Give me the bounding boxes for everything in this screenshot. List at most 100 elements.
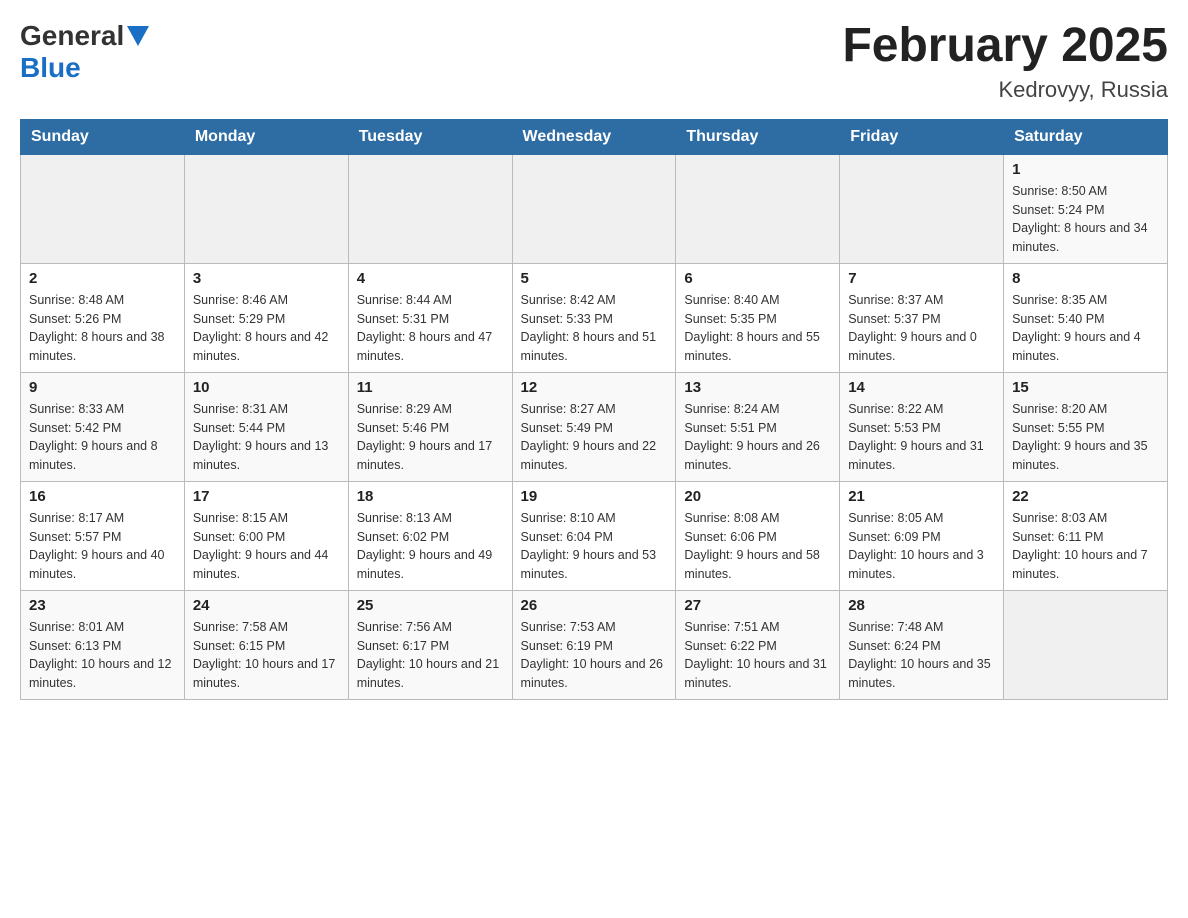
day-info: Sunrise: 8:40 AM Sunset: 5:35 PM Dayligh… <box>684 291 831 366</box>
day-info: Sunrise: 8:22 AM Sunset: 5:53 PM Dayligh… <box>848 400 995 475</box>
day-number: 5 <box>521 270 668 287</box>
calendar-day-header: Tuesday <box>348 119 512 154</box>
calendar-day-header: Friday <box>840 119 1004 154</box>
day-number: 14 <box>848 379 995 396</box>
calendar-day-cell: 19 Sunrise: 8:10 AM Sunset: 6:04 PM Dayli… <box>512 481 676 590</box>
day-info: Sunrise: 8:29 AM Sunset: 5:46 PM Dayligh… <box>357 400 504 475</box>
month-title: February 2025 <box>842 20 1168 73</box>
day-number: 20 <box>684 488 831 505</box>
day-info: Sunrise: 8:31 AM Sunset: 5:44 PM Dayligh… <box>193 400 340 475</box>
logo-triangle-icon <box>127 26 149 46</box>
calendar-day-cell: 22Sunrise: 8:03 AM Sunset: 6:11 PM Dayli… <box>1004 481 1168 590</box>
day-number: 6 <box>684 270 831 287</box>
calendar-day-cell: 25 Sunrise: 7:56 AM Sunset: 6:17 PM Dayli… <box>348 590 512 699</box>
day-number: 26 <box>521 597 668 614</box>
calendar-week-row: 16 Sunrise: 8:17 AM Sunset: 5:57 PM Dayli… <box>21 481 1168 590</box>
day-info: Sunrise: 8:08 AM Sunset: 6:06 PM Dayligh… <box>684 509 831 584</box>
day-number: 28 <box>848 597 995 614</box>
calendar-day-header: Saturday <box>1004 119 1168 154</box>
day-number: 7 <box>848 270 995 287</box>
calendar-day-cell: 11 Sunrise: 8:29 AM Sunset: 5:46 PM Dayli… <box>348 372 512 481</box>
day-info: Sunrise: 8:17 AM Sunset: 5:57 PM Dayligh… <box>29 509 176 584</box>
calendar-day-header: Sunday <box>21 119 185 154</box>
calendar-day-cell: 20 Sunrise: 8:08 AM Sunset: 6:06 PM Dayli… <box>676 481 840 590</box>
day-number: 13 <box>684 379 831 396</box>
calendar-day-cell: 24 Sunrise: 7:58 AM Sunset: 6:15 PM Dayli… <box>184 590 348 699</box>
day-info: Sunrise: 8:37 AM Sunset: 5:37 PM Dayligh… <box>848 291 995 366</box>
day-info: Sunrise: 8:42 AM Sunset: 5:33 PM Dayligh… <box>521 291 668 366</box>
calendar-week-row: 23 Sunrise: 8:01 AM Sunset: 6:13 PM Dayli… <box>21 590 1168 699</box>
calendar-day-cell: 17Sunrise: 8:15 AM Sunset: 6:00 PM Dayli… <box>184 481 348 590</box>
calendar-day-cell <box>21 154 185 263</box>
day-info: Sunrise: 7:48 AM Sunset: 6:24 PM Dayligh… <box>848 618 995 693</box>
calendar-day-cell: 21 Sunrise: 8:05 AM Sunset: 6:09 PM Dayli… <box>840 481 1004 590</box>
day-number: 27 <box>684 597 831 614</box>
calendar-week-row: 1Sunrise: 8:50 AM Sunset: 5:24 PM Daylig… <box>21 154 1168 263</box>
calendar-day-cell: 8 Sunrise: 8:35 AM Sunset: 5:40 PM Daylig… <box>1004 263 1168 372</box>
day-info: Sunrise: 8:35 AM Sunset: 5:40 PM Dayligh… <box>1012 291 1159 366</box>
day-number: 19 <box>521 488 668 505</box>
day-number: 9 <box>29 379 176 396</box>
calendar-day-cell: 15Sunrise: 8:20 AM Sunset: 5:55 PM Dayli… <box>1004 372 1168 481</box>
calendar-table: SundayMondayTuesdayWednesdayThursdayFrid… <box>20 119 1168 700</box>
calendar-header-row: SundayMondayTuesdayWednesdayThursdayFrid… <box>21 119 1168 154</box>
day-info: Sunrise: 8:24 AM Sunset: 5:51 PM Dayligh… <box>684 400 831 475</box>
logo-blue-text: Blue <box>20 52 81 83</box>
calendar-day-cell: 10 Sunrise: 8:31 AM Sunset: 5:44 PM Dayli… <box>184 372 348 481</box>
day-info: Sunrise: 8:03 AM Sunset: 6:11 PM Dayligh… <box>1012 509 1159 584</box>
day-info: Sunrise: 8:33 AM Sunset: 5:42 PM Dayligh… <box>29 400 176 475</box>
day-number: 3 <box>193 270 340 287</box>
day-info: Sunrise: 8:15 AM Sunset: 6:00 PM Dayligh… <box>193 509 340 584</box>
day-info: Sunrise: 7:58 AM Sunset: 6:15 PM Dayligh… <box>193 618 340 693</box>
day-info: Sunrise: 8:48 AM Sunset: 5:26 PM Dayligh… <box>29 291 176 366</box>
title-area: February 2025 Kedrovyy, Russia <box>842 20 1168 103</box>
day-info: Sunrise: 8:44 AM Sunset: 5:31 PM Dayligh… <box>357 291 504 366</box>
calendar-day-header: Monday <box>184 119 348 154</box>
day-number: 10 <box>193 379 340 396</box>
calendar-day-cell: 14 Sunrise: 8:22 AM Sunset: 5:53 PM Dayli… <box>840 372 1004 481</box>
day-info: Sunrise: 8:10 AM Sunset: 6:04 PM Dayligh… <box>521 509 668 584</box>
day-number: 12 <box>521 379 668 396</box>
calendar-week-row: 2 Sunrise: 8:48 AM Sunset: 5:26 PM Daylig… <box>21 263 1168 372</box>
logo-general-text: General <box>20 20 124 52</box>
day-info: Sunrise: 7:51 AM Sunset: 6:22 PM Dayligh… <box>684 618 831 693</box>
calendar-day-cell: 3 Sunrise: 8:46 AM Sunset: 5:29 PM Daylig… <box>184 263 348 372</box>
day-number: 16 <box>29 488 176 505</box>
day-number: 25 <box>357 597 504 614</box>
calendar-day-cell <box>512 154 676 263</box>
day-info: Sunrise: 8:05 AM Sunset: 6:09 PM Dayligh… <box>848 509 995 584</box>
day-info: Sunrise: 8:27 AM Sunset: 5:49 PM Dayligh… <box>521 400 668 475</box>
day-info: Sunrise: 8:01 AM Sunset: 6:13 PM Dayligh… <box>29 618 176 693</box>
calendar-day-cell: 7 Sunrise: 8:37 AM Sunset: 5:37 PM Daylig… <box>840 263 1004 372</box>
day-number: 8 <box>1012 270 1159 287</box>
calendar-day-header: Wednesday <box>512 119 676 154</box>
calendar-day-cell: 28 Sunrise: 7:48 AM Sunset: 6:24 PM Dayli… <box>840 590 1004 699</box>
day-info: Sunrise: 8:46 AM Sunset: 5:29 PM Dayligh… <box>193 291 340 366</box>
day-number: 24 <box>193 597 340 614</box>
calendar-day-cell: 12 Sunrise: 8:27 AM Sunset: 5:49 PM Dayli… <box>512 372 676 481</box>
calendar-day-cell: 18 Sunrise: 8:13 AM Sunset: 6:02 PM Dayli… <box>348 481 512 590</box>
day-info: Sunrise: 7:56 AM Sunset: 6:17 PM Dayligh… <box>357 618 504 693</box>
calendar-day-header: Thursday <box>676 119 840 154</box>
day-info: Sunrise: 8:13 AM Sunset: 6:02 PM Dayligh… <box>357 509 504 584</box>
day-info: Sunrise: 7:53 AM Sunset: 6:19 PM Dayligh… <box>521 618 668 693</box>
calendar-day-cell: 5 Sunrise: 8:42 AM Sunset: 5:33 PM Daylig… <box>512 263 676 372</box>
calendar-day-cell: 9 Sunrise: 8:33 AM Sunset: 5:42 PM Daylig… <box>21 372 185 481</box>
day-number: 4 <box>357 270 504 287</box>
calendar-day-cell: 27 Sunrise: 7:51 AM Sunset: 6:22 PM Dayli… <box>676 590 840 699</box>
day-number: 23 <box>29 597 176 614</box>
header: General Blue February 2025 Kedrovyy, Rus… <box>20 20 1168 103</box>
location-title: Kedrovyy, Russia <box>842 77 1168 103</box>
calendar-day-cell: 23 Sunrise: 8:01 AM Sunset: 6:13 PM Dayli… <box>21 590 185 699</box>
day-number: 11 <box>357 379 504 396</box>
day-number: 2 <box>29 270 176 287</box>
day-number: 1 <box>1012 161 1159 178</box>
calendar-day-cell: 26 Sunrise: 7:53 AM Sunset: 6:19 PM Dayli… <box>512 590 676 699</box>
day-number: 18 <box>357 488 504 505</box>
calendar-day-cell: 13 Sunrise: 8:24 AM Sunset: 5:51 PM Dayli… <box>676 372 840 481</box>
calendar-day-cell: 16 Sunrise: 8:17 AM Sunset: 5:57 PM Dayli… <box>21 481 185 590</box>
calendar-day-cell: 1Sunrise: 8:50 AM Sunset: 5:24 PM Daylig… <box>1004 154 1168 263</box>
calendar-day-cell <box>676 154 840 263</box>
calendar-day-cell <box>840 154 1004 263</box>
day-number: 21 <box>848 488 995 505</box>
